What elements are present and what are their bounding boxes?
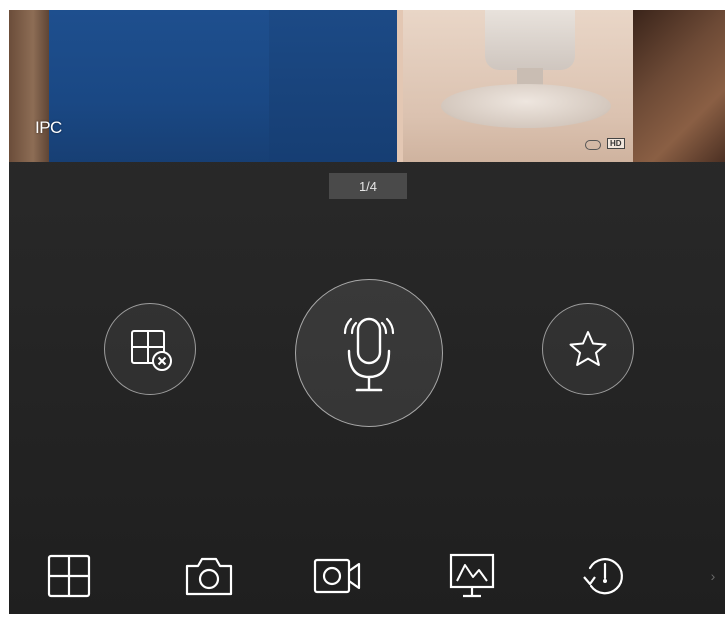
favorite-button[interactable] — [542, 303, 634, 395]
camera-live-view: HD IPC 1/4 › — [9, 10, 725, 614]
hd-badge: HD — [607, 138, 625, 149]
split-screen-button[interactable] — [39, 548, 99, 604]
chevron-right-icon[interactable]: › — [705, 548, 721, 604]
video-scene-left — [9, 10, 49, 162]
monitor-chart-icon — [449, 553, 495, 598]
video-scene-right — [633, 10, 725, 162]
channel-label: IPC — [35, 118, 62, 137]
grid-layout-icon — [47, 554, 91, 598]
bottom-toolbar: › — [9, 540, 725, 614]
playback-button[interactable] — [574, 548, 634, 604]
record-button[interactable] — [309, 548, 369, 604]
monitor-button[interactable] — [442, 548, 502, 604]
video-scene-blue-panel — [49, 10, 269, 162]
playback-clock-icon — [583, 558, 623, 595]
snapshot-button[interactable] — [179, 548, 239, 604]
video-scene-device-base — [441, 84, 611, 128]
cloud-icon — [585, 140, 601, 150]
talk-button[interactable] — [295, 279, 443, 427]
video-scene-blue-panel-2 — [269, 10, 399, 162]
microphone-icon — [343, 317, 395, 392]
close-split-button[interactable] — [104, 303, 196, 395]
star-icon — [569, 331, 607, 366]
video-record-icon — [313, 558, 361, 594]
video-scene-device — [485, 10, 575, 70]
camera-icon — [185, 557, 233, 596]
page-indicator: 1/4 — [329, 173, 407, 199]
video-feed[interactable]: HD IPC — [9, 10, 725, 162]
grid-close-icon — [131, 330, 172, 371]
